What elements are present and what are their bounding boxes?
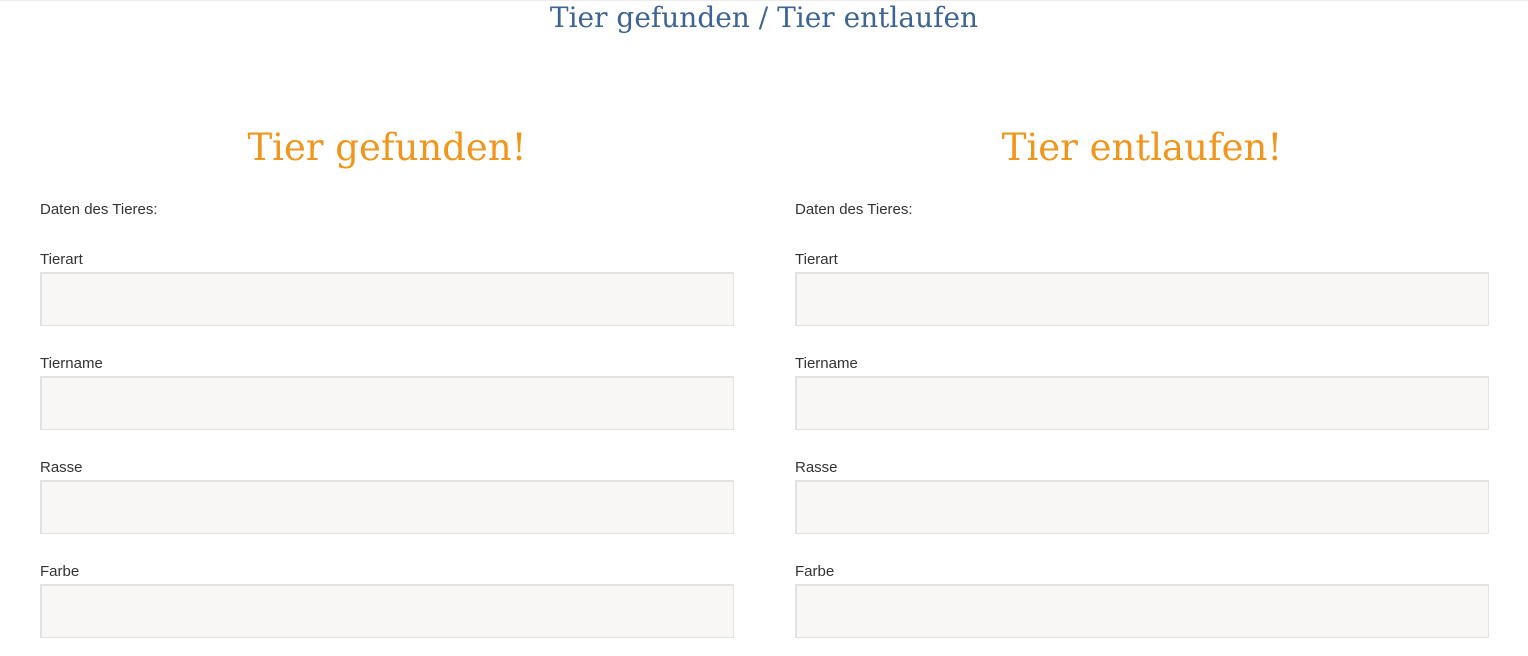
lost-form-heading: Tier entlaufen! (1001, 126, 1283, 169)
lost-tiername-label: Tiername (795, 355, 858, 372)
page-title: Tier gefunden / Tier entlaufen (549, 1, 979, 34)
lost-field-farbe: Farbe (795, 560, 1489, 638)
found-tierart-input[interactable] (40, 272, 734, 326)
found-rasse-input[interactable] (40, 480, 734, 534)
lost-tiername-input[interactable] (795, 376, 1489, 430)
found-farbe-label: Farbe (40, 563, 80, 580)
lost-tierart-input[interactable] (795, 272, 1489, 326)
lost-form-intro: Daten des Tieres: (795, 201, 913, 218)
found-field-tierart: Tierart (40, 248, 734, 326)
lost-rasse-label: Rasse (795, 459, 838, 476)
lost-farbe-label: Farbe (795, 563, 835, 580)
found-form-intro: Daten des Tieres: (40, 201, 158, 218)
found-tiername-label: Tiername (40, 355, 103, 372)
lost-animal-form: Tier entlaufen! Daten des Tieres: Tierar… (795, 122, 1489, 638)
found-field-tiername: Tiername (40, 352, 734, 430)
found-animal-form: Tier gefunden! Daten des Tieres: Tierart… (40, 122, 734, 638)
lost-farbe-input[interactable] (795, 584, 1489, 638)
found-tierart-label: Tierart (40, 251, 83, 268)
found-field-rasse: Rasse (40, 456, 734, 534)
lost-field-tierart: Tierart (795, 248, 1489, 326)
found-field-farbe: Farbe (40, 560, 734, 638)
lost-tierart-label: Tierart (795, 251, 838, 268)
found-tiername-input[interactable] (40, 376, 734, 430)
lost-field-tiername: Tiername (795, 352, 1489, 430)
lost-rasse-input[interactable] (795, 480, 1489, 534)
found-form-heading: Tier gefunden! (247, 126, 527, 169)
found-rasse-label: Rasse (40, 459, 83, 476)
found-farbe-input[interactable] (40, 584, 734, 638)
lost-field-rasse: Rasse (795, 456, 1489, 534)
